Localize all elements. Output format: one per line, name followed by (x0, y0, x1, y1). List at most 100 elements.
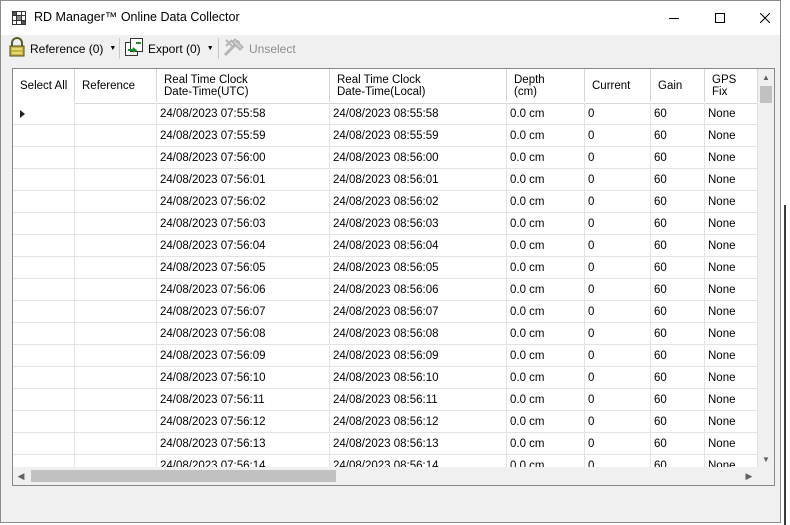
current-cell[interactable]: 0 (585, 257, 651, 279)
gps-cell[interactable]: None (705, 367, 758, 389)
reference-cell[interactable] (75, 213, 157, 235)
current-cell[interactable]: 0 (585, 279, 651, 301)
reference-cell[interactable] (75, 345, 157, 367)
scroll-up-icon[interactable]: ▲ (758, 69, 774, 85)
reference-cell[interactable] (75, 433, 157, 455)
column-header[interactable]: Depth (cm) (507, 69, 585, 102)
utc-cell[interactable]: 24/08/2023 07:56:10 (157, 367, 330, 389)
row-select-cell[interactable] (13, 411, 75, 433)
table-row[interactable]: 24/08/2023 07:56:13 24/08/2023 08:56:13 0.… (13, 433, 758, 455)
column-header[interactable]: Real Time Clock Date-Time(UTC) (157, 69, 330, 102)
depth-cell[interactable]: 0.0 cm (507, 367, 585, 389)
reference-cell[interactable] (75, 389, 157, 411)
column-header[interactable]: GPS Fix (705, 69, 758, 102)
utc-cell[interactable]: 24/08/2023 07:56:13 (157, 433, 330, 455)
gain-cell[interactable]: 60 (651, 169, 705, 191)
gps-cell[interactable]: None (705, 147, 758, 169)
utc-cell[interactable]: 24/08/2023 07:55:59 (157, 125, 330, 147)
gps-cell[interactable]: None (705, 213, 758, 235)
current-cell[interactable]: 0 (585, 345, 651, 367)
reference-cell[interactable] (75, 169, 157, 191)
depth-cell[interactable]: 0.0 cm (507, 345, 585, 367)
gain-cell[interactable]: 60 (651, 323, 705, 345)
gps-cell[interactable]: None (705, 191, 758, 213)
scroll-right-icon[interactable]: ▶ (741, 467, 757, 485)
table-row[interactable]: 24/08/2023 07:55:59 24/08/2023 08:55:59 0.… (13, 125, 758, 147)
table-row[interactable]: 24/08/2023 07:55:58 24/08/2023 08:55:58 0.… (13, 103, 758, 125)
gps-cell[interactable]: None (705, 169, 758, 191)
row-select-cell[interactable] (13, 257, 75, 279)
gain-cell[interactable]: 60 (651, 345, 705, 367)
row-select-cell[interactable] (13, 191, 75, 213)
local-cell[interactable]: 24/08/2023 08:56:07 (330, 301, 507, 323)
gps-cell[interactable]: None (705, 125, 758, 147)
export-dropdown-button[interactable]: Export (0) ▼ (124, 35, 214, 62)
row-select-cell[interactable] (13, 235, 75, 257)
local-cell[interactable]: 24/08/2023 08:56:10 (330, 367, 507, 389)
local-cell[interactable]: 24/08/2023 08:56:05 (330, 257, 507, 279)
gps-cell[interactable]: None (705, 345, 758, 367)
table-row[interactable]: 24/08/2023 07:56:08 24/08/2023 08:56:08 0.… (13, 323, 758, 345)
depth-cell[interactable]: 0.0 cm (507, 257, 585, 279)
table-row[interactable]: 24/08/2023 07:56:07 24/08/2023 08:56:07 0.… (13, 301, 758, 323)
reference-cell[interactable] (75, 147, 157, 169)
depth-cell[interactable]: 0.0 cm (507, 103, 585, 125)
reference-cell[interactable] (75, 367, 157, 389)
depth-cell[interactable]: 0.0 cm (507, 169, 585, 191)
depth-cell[interactable]: 0.0 cm (507, 191, 585, 213)
current-cell[interactable]: 0 (585, 301, 651, 323)
data-grid[interactable]: Select All Reference Real Time Clock Date-T… (12, 68, 775, 486)
current-cell[interactable]: 0 (585, 191, 651, 213)
utc-cell[interactable]: 24/08/2023 07:56:00 (157, 147, 330, 169)
utc-cell[interactable]: 24/08/2023 07:56:08 (157, 323, 330, 345)
table-row[interactable]: 24/08/2023 07:56:09 24/08/2023 08:56:09 0.… (13, 345, 758, 367)
gain-cell[interactable]: 60 (651, 103, 705, 125)
table-row[interactable]: 24/08/2023 07:56:04 24/08/2023 08:56:04 0.… (13, 235, 758, 257)
gain-cell[interactable]: 60 (651, 301, 705, 323)
current-cell[interactable]: 0 (585, 103, 651, 125)
vertical-scrollbar[interactable]: ▲ ▼ (758, 69, 774, 467)
table-row[interactable]: 24/08/2023 07:56:02 24/08/2023 08:56:02 0.… (13, 191, 758, 213)
current-cell[interactable]: 0 (585, 323, 651, 345)
utc-cell[interactable]: 24/08/2023 07:56:11 (157, 389, 330, 411)
reference-cell[interactable] (75, 235, 157, 257)
table-row[interactable]: 24/08/2023 07:56:11 24/08/2023 08:56:11 0.… (13, 389, 758, 411)
depth-cell[interactable]: 0.0 cm (507, 389, 585, 411)
local-cell[interactable]: 24/08/2023 08:55:59 (330, 125, 507, 147)
table-row[interactable]: 24/08/2023 07:56:01 24/08/2023 08:56:01 0.… (13, 169, 758, 191)
horizontal-scroll-thumb[interactable] (31, 470, 336, 482)
local-cell[interactable]: 24/08/2023 08:56:03 (330, 213, 507, 235)
unselect-button[interactable]: Unselect (223, 35, 296, 62)
depth-cell[interactable]: 0.0 cm (507, 279, 585, 301)
horizontal-scrollbar[interactable]: ◀ ▶ (13, 467, 774, 485)
scroll-down-icon[interactable]: ▼ (758, 451, 774, 467)
utc-cell[interactable]: 24/08/2023 07:56:01 (157, 169, 330, 191)
reference-cell[interactable] (75, 125, 157, 147)
depth-cell[interactable]: 0.0 cm (507, 323, 585, 345)
row-select-cell[interactable] (13, 345, 75, 367)
local-cell[interactable]: 24/08/2023 08:56:09 (330, 345, 507, 367)
scroll-left-icon[interactable]: ◀ (13, 467, 29, 485)
gain-cell[interactable]: 60 (651, 279, 705, 301)
utc-cell[interactable]: 24/08/2023 07:56:07 (157, 301, 330, 323)
utc-cell[interactable]: 24/08/2023 07:56:09 (157, 345, 330, 367)
local-cell[interactable]: 24/08/2023 08:56:12 (330, 411, 507, 433)
current-cell[interactable]: 0 (585, 213, 651, 235)
reference-dropdown-button[interactable]: Reference (0) ▼ (8, 35, 116, 62)
row-select-cell[interactable] (13, 213, 75, 235)
row-select-cell[interactable] (13, 103, 75, 125)
utc-cell[interactable]: 24/08/2023 07:56:12 (157, 411, 330, 433)
reference-cell[interactable] (75, 301, 157, 323)
row-select-cell[interactable] (13, 147, 75, 169)
row-select-cell[interactable] (13, 279, 75, 301)
title-bar[interactable]: RD Manager™ Online Data Collector (1, 1, 780, 35)
column-header[interactable]: Real Time Clock Date-Time(Local) (330, 69, 507, 102)
gps-cell[interactable]: None (705, 257, 758, 279)
current-cell[interactable]: 0 (585, 147, 651, 169)
utc-cell[interactable]: 24/08/2023 07:55:58 (157, 103, 330, 125)
local-cell[interactable]: 24/08/2023 08:56:02 (330, 191, 507, 213)
depth-cell[interactable]: 0.0 cm (507, 235, 585, 257)
column-header[interactable]: Select All (13, 69, 75, 102)
table-row[interactable]: 24/08/2023 07:56:05 24/08/2023 08:56:05 0.… (13, 257, 758, 279)
vertical-scroll-thumb[interactable] (760, 86, 772, 103)
